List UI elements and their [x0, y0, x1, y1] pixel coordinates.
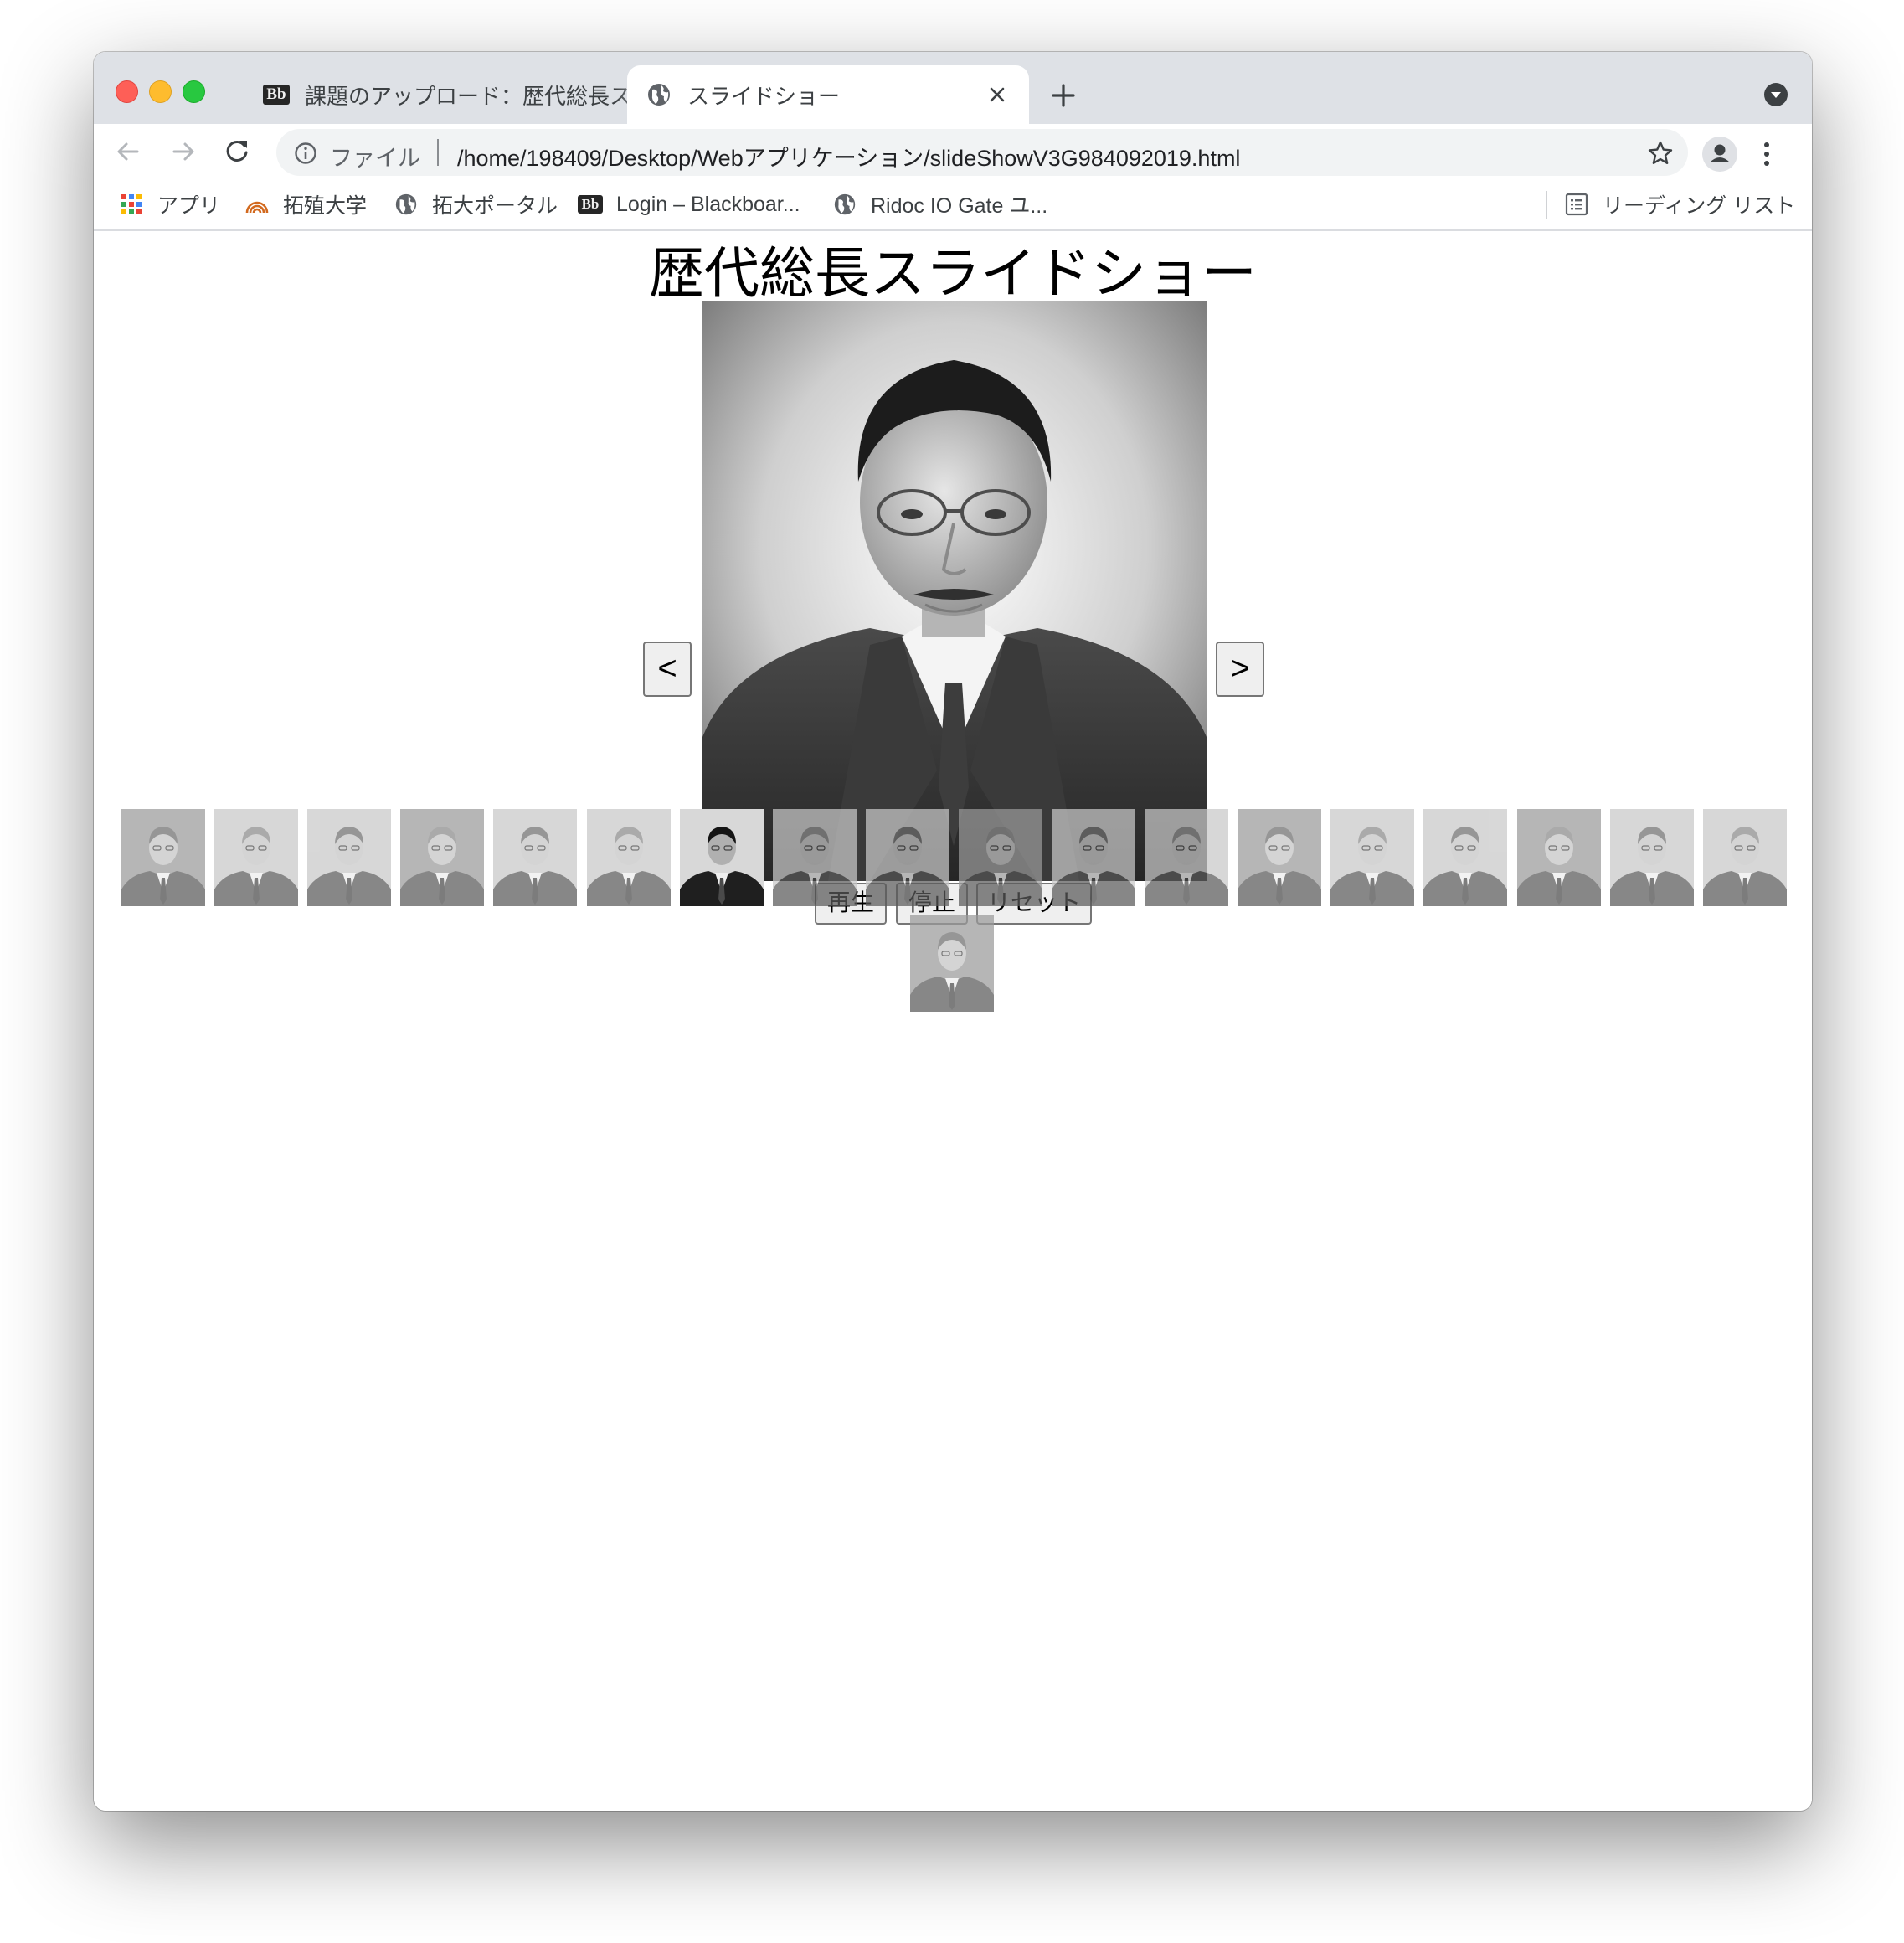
tab-slideshow[interactable]: スライドショー [627, 65, 1029, 124]
thumbnail-10[interactable] [958, 809, 1042, 906]
thumbnail-12[interactable] [1145, 809, 1229, 906]
globe-icon [834, 193, 856, 215]
bookmark-label: 拓大ポータル [432, 194, 558, 218]
maximize-window-button[interactable] [183, 80, 205, 103]
thumbnail-4[interactable] [400, 809, 485, 906]
close-window-button[interactable] [116, 80, 138, 103]
address-bar[interactable]: ファイル /home/198409/Desktop/Webアプリケーション/sl… [276, 129, 1688, 176]
tab-search-icon[interactable] [1763, 82, 1788, 107]
bookmark-label: 拓殖大学 [283, 194, 368, 218]
bookmarks-bar: アプリ 拓殖大学 拓大ポータル Bb Login – Blackboar... … [94, 179, 1812, 231]
page-content: 歴代総長スライドショー < > [94, 231, 1812, 1811]
apps-grid-icon [121, 194, 142, 214]
bookmark-takudai-portal[interactable]: 拓大ポータル [394, 191, 558, 218]
tab-title: 課題のアップロード：歴代総長スライドショー [305, 83, 658, 109]
thumbnail-18[interactable] [1702, 809, 1787, 906]
bookmarks-separator [1546, 191, 1547, 219]
more-menu-icon[interactable] [1758, 137, 1775, 171]
thumbnail-13[interactable] [1238, 809, 1322, 906]
takushoku-logo-icon [245, 201, 269, 214]
browser-toolbar: ファイル /home/198409/Desktop/Webアプリケーション/sl… [94, 124, 1812, 179]
info-icon[interactable] [293, 141, 318, 166]
profile-avatar-icon[interactable] [1701, 136, 1738, 173]
next-slide-button[interactable]: > [1216, 642, 1264, 697]
page-title: 歴代総長スライドショー [649, 242, 1257, 304]
bookmark-takushoku[interactable]: 拓殖大学 [244, 191, 367, 218]
main-slide-photo [702, 302, 1207, 881]
blackboard-icon: Bb [578, 192, 603, 217]
thumbnail-6[interactable] [586, 809, 671, 906]
thumbnail-9[interactable] [865, 809, 949, 906]
thumbnail-1[interactable] [121, 809, 205, 906]
globe-icon [395, 193, 417, 215]
bookmark-apps[interactable]: アプリ [119, 191, 220, 218]
back-arrow-icon[interactable] [111, 134, 146, 169]
thumbnail-11[interactable] [1052, 809, 1135, 906]
thumbnail-2[interactable] [214, 809, 299, 906]
reload-icon[interactable] [219, 134, 255, 169]
bookmark-ridoc[interactable]: Ridoc IO Gate ユ... [832, 191, 1047, 218]
url-text[interactable]: /home/198409/Desktop/Webアプリケーション/slideSh… [457, 140, 1240, 173]
thumbnail-7[interactable] [679, 809, 764, 906]
bookmark-star-icon[interactable] [1646, 139, 1675, 168]
previous-slide-button[interactable]: < [643, 642, 692, 697]
globe-icon [648, 84, 670, 106]
thumbnail-8[interactable] [772, 809, 857, 906]
browser-window: Bb 課題のアップロード：歴代総長スライドショー スライドショー ファイル /h… [94, 52, 1812, 1811]
bookmark-label: アプリ [157, 194, 221, 218]
thumbnail-15[interactable] [1423, 809, 1508, 906]
close-icon[interactable] [984, 81, 1011, 108]
thumbnail-14[interactable] [1330, 809, 1415, 906]
blackboard-icon: Bb [263, 81, 290, 108]
thumbnail-3[interactable] [307, 809, 392, 906]
address-separator [437, 139, 439, 166]
reading-list-button[interactable]: リーディング リスト [1564, 191, 1795, 218]
thumbnail-16[interactable] [1516, 809, 1601, 906]
scheme-label: ファイル [330, 146, 420, 171]
reading-list-label: リーディング リスト [1603, 194, 1796, 218]
forward-arrow-icon[interactable] [166, 134, 201, 169]
minimize-window-button[interactable] [149, 80, 172, 103]
thumbnail-17[interactable] [1609, 809, 1694, 906]
bookmark-blackboard-login[interactable]: Bb Login – Blackboar... [578, 191, 800, 218]
thumbnail-19[interactable] [910, 915, 994, 1012]
reading-list-icon [1565, 193, 1588, 216]
thumbnail-5[interactable] [493, 809, 578, 906]
tab-strip: Bb 課題のアップロード：歴代総長スライドショー スライドショー [94, 52, 1812, 124]
bookmark-label: Login – Blackboar... [616, 192, 800, 216]
bookmark-label: Ridoc IO Gate ユ... [871, 194, 1048, 218]
tab-title: スライドショー [687, 83, 841, 109]
new-tab-plus-icon[interactable] [1047, 79, 1080, 112]
